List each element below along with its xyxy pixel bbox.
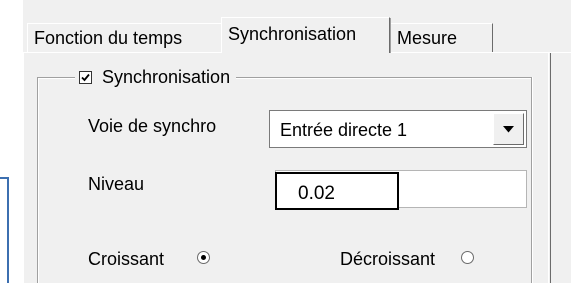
check-icon [81,73,90,81]
voie-de-synchro-select[interactable]: Entrée directe 1 [269,110,527,148]
synchronisation-checkbox[interactable] [79,70,92,84]
tab-fonction-du-temps[interactable]: Fonction du temps [27,23,221,52]
synchronisation-toggle[interactable]: Synchronisation [75,64,237,90]
chevron-down-icon [503,126,514,133]
synchronisation-dialog: Fonction du temps Synchronisation Mesure… [0,0,571,283]
niveau-label: Niveau [88,174,145,194]
tab-mesure[interactable]: Mesure [390,23,493,52]
synchronisation-checkbox-label: Synchronisation [102,67,231,87]
tab-synchronisation-label: Synchronisation [228,24,357,44]
tab-panel-highlight [548,53,549,283]
background-window-edge [0,177,9,283]
croissant-radio[interactable] [197,251,210,264]
voie-de-synchro-label: Voie de synchro [88,116,217,136]
decroissant-radio[interactable] [461,251,474,264]
tab-fonction-du-temps-label: Fonction du temps [34,28,183,48]
niveau-value-box[interactable]: 0.02 [275,172,399,210]
croissant-label: Croissant [88,249,165,269]
decroissant-label: Décroissant [340,249,436,269]
tab-mesure-label: Mesure [397,28,458,48]
voie-de-synchro-value: Entrée directe 1 [280,120,408,140]
radio-selected-dot [201,255,206,260]
tab-panel-border [550,53,551,283]
niveau-value: 0.02 [298,183,335,204]
tab-synchronisation[interactable]: Synchronisation [221,17,390,53]
tab-divider [390,18,391,53]
dropdown-button[interactable] [493,113,524,145]
